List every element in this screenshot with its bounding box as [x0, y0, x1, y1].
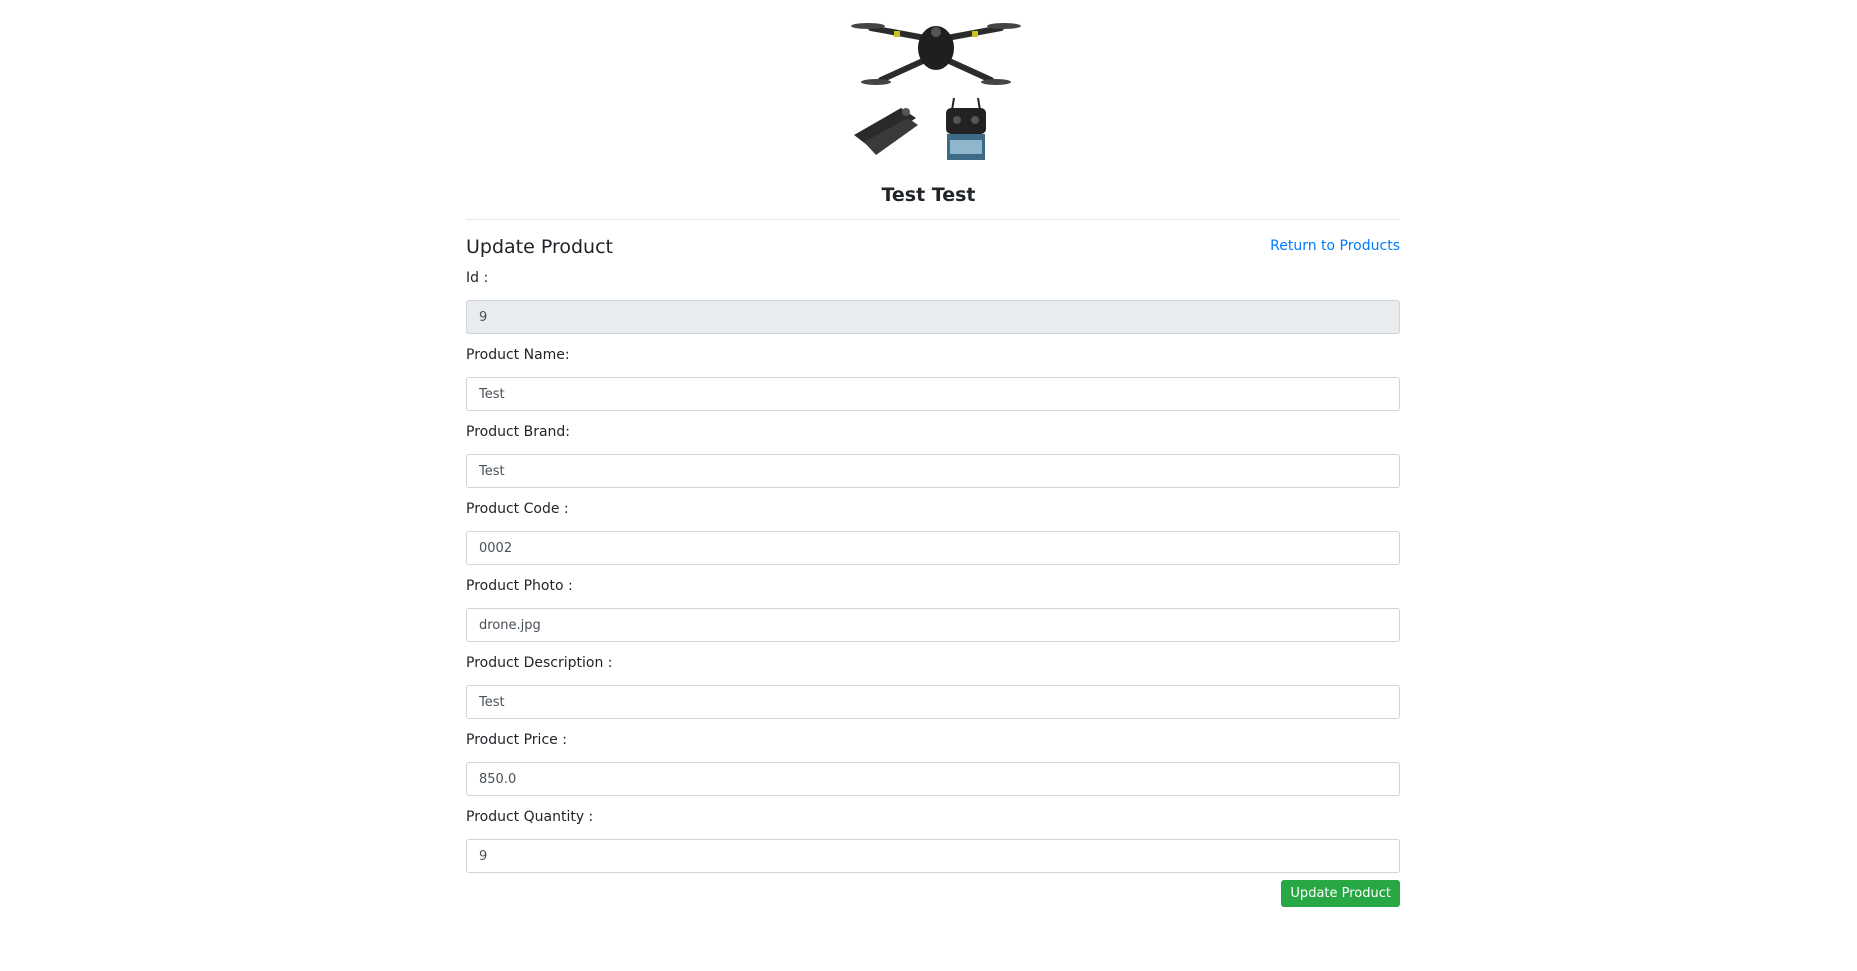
- submit-row: Update Product: [466, 880, 1400, 920]
- divider: [466, 219, 1400, 220]
- product-price-input[interactable]: [466, 762, 1400, 796]
- field-product-photo: Product Photo :: [466, 576, 1400, 653]
- product-price-label: Product Price :: [466, 732, 567, 748]
- field-product-code: Product Code :: [466, 499, 1400, 576]
- drone-top-view: [851, 23, 1021, 85]
- field-product-name: Product Name:: [466, 345, 1400, 422]
- product-brand-label: Product Brand:: [466, 424, 571, 440]
- product-title: Test Test: [881, 184, 976, 206]
- product-code-input[interactable]: [466, 531, 1400, 565]
- field-product-price: Product Price :: [466, 730, 1400, 807]
- return-to-products-link[interactable]: Return to Products: [1270, 238, 1400, 254]
- field-product-brand: Product Brand:: [466, 422, 1400, 499]
- product-code-label: Product Code :: [466, 501, 569, 517]
- id-label: Id :: [466, 270, 489, 286]
- form-header: Update Product Return to Products: [466, 236, 1400, 268]
- update-form: Update Product Return to Products Id : P…: [466, 236, 1400, 920]
- product-name-input[interactable]: [466, 377, 1400, 411]
- update-product-button[interactable]: Update Product: [1281, 880, 1400, 907]
- drone-folded-view: [854, 108, 918, 155]
- product-image: [851, 23, 1021, 160]
- product-quantity-input[interactable]: [466, 839, 1400, 873]
- product-name-label: Product Name:: [466, 347, 570, 363]
- page: Test Test Update Product Return to Produ…: [0, 0, 1857, 971]
- product-description-label: Product Description :: [466, 655, 613, 671]
- remote-controller: [946, 97, 986, 160]
- field-product-quantity: Product Quantity :: [466, 807, 1400, 884]
- product-photo-input[interactable]: [466, 608, 1400, 642]
- field-id: Id :: [466, 268, 1400, 345]
- product-description-input[interactable]: [466, 685, 1400, 719]
- field-product-description: Product Description :: [466, 653, 1400, 730]
- product-brand-input[interactable]: [466, 454, 1400, 488]
- id-input[interactable]: [466, 300, 1400, 334]
- form-heading: Update Product: [466, 236, 613, 258]
- product-photo-label: Product Photo :: [466, 578, 573, 594]
- product-quantity-label: Product Quantity :: [466, 809, 594, 825]
